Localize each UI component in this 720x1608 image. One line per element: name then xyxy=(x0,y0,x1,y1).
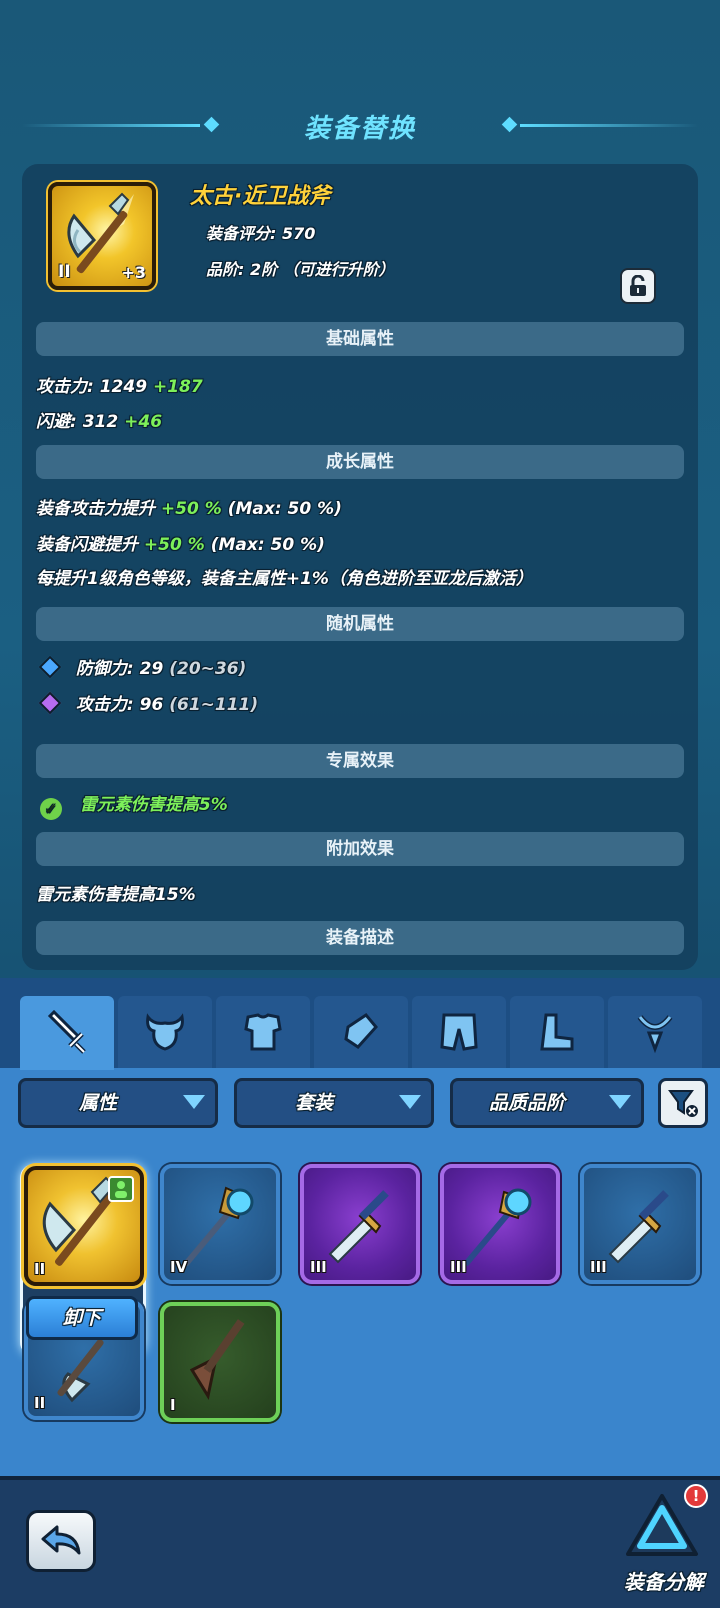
filter-attribute-dropdown[interactable]: 属性 xyxy=(18,1078,218,1128)
exclusive-effect-text: 雷元素伤害提高5% xyxy=(79,795,228,815)
section-extra-effect: 附加效果 xyxy=(36,832,684,866)
necklace-icon xyxy=(637,1015,673,1054)
section-description[interactable]: 装备描述 xyxy=(36,921,684,955)
back-button[interactable] xyxy=(26,1510,96,1572)
helmet-icon xyxy=(146,1013,184,1051)
unequip-button[interactable]: 卸下 xyxy=(26,1296,138,1340)
triangle-down-icon xyxy=(399,1095,421,1109)
section-random-stats: 随机属性 xyxy=(36,607,684,641)
spear-icon xyxy=(189,1319,245,1400)
inventory-slot-7[interactable]: I xyxy=(160,1302,280,1422)
triangle-down-icon xyxy=(609,1095,631,1109)
lock-button[interactable] xyxy=(620,268,656,304)
inventory-slot-5[interactable]: III xyxy=(580,1164,700,1284)
filter-label: 属性 xyxy=(78,1092,117,1114)
boots-icon xyxy=(540,1013,574,1051)
purple-gem-icon xyxy=(38,691,62,715)
filter-clear-icon xyxy=(668,1090,698,1117)
armor-icon xyxy=(244,1013,282,1051)
header: 装备替换 xyxy=(0,100,720,150)
tab-weapon[interactable] xyxy=(20,996,114,1070)
item-grade: 品阶: 2阶 （可进行升阶） xyxy=(206,260,395,279)
item-tier: II xyxy=(58,262,71,282)
equipped-user-icon xyxy=(108,1176,134,1202)
stat-label: 装备攻击力提升 xyxy=(36,499,155,519)
section-base-stats: 基础属性 xyxy=(36,322,684,356)
exclusive-effect: ✓ 雷元素伤害提高5% xyxy=(40,790,228,820)
pants-icon xyxy=(440,1013,478,1051)
section-growth-stats: 成长属性 xyxy=(36,445,684,479)
stat-bonus: +187 xyxy=(152,377,203,397)
stat-range: (61~111) xyxy=(169,695,259,715)
item-icon-axe: II +3 xyxy=(48,182,156,290)
item-name: 太古·近卫战斧 xyxy=(190,184,331,209)
random-stat-attack: 攻击力: 96 (61~111) xyxy=(38,690,259,715)
extra-effect: 雷元素伤害提高15% xyxy=(36,885,196,905)
inventory-slot-2[interactable]: IV xyxy=(160,1164,280,1284)
inventory-slot-3[interactable]: III xyxy=(300,1164,420,1284)
item-tier: II xyxy=(34,1260,46,1278)
tab-accessory[interactable] xyxy=(608,996,702,1068)
filter-label: 套装 xyxy=(294,1092,333,1114)
bracer-icon xyxy=(344,1013,378,1049)
inventory-slot-4[interactable]: III xyxy=(440,1164,560,1284)
sword-icon xyxy=(47,1009,86,1054)
item-tier: III xyxy=(590,1258,607,1276)
stat-max: (Max: 50 %) xyxy=(210,535,325,555)
base-stat-dodge: 闪避: 312 +46 xyxy=(36,407,162,432)
footer-bar xyxy=(0,1476,720,1608)
item-detail-panel: II +3 太古·近卫战斧 装备评分: 570 品阶: 2阶 （可进行升阶） 基… xyxy=(22,164,698,970)
stat-label: 攻击力: 1249 xyxy=(36,377,148,397)
header-line-right xyxy=(520,124,698,127)
notification-badge: ! xyxy=(684,1484,708,1508)
growth-stat-level: 每提升1级角色等级，装备主属性+1%（角色进阶至亚龙后激活） xyxy=(36,569,533,589)
salvage-label: 装备分解 xyxy=(624,1570,704,1594)
check-icon: ✓ xyxy=(40,798,62,820)
tab-boots[interactable] xyxy=(510,996,604,1068)
item-score: 装备评分: 570 xyxy=(206,224,316,243)
back-arrow-icon xyxy=(41,1525,81,1555)
item-enhance-level: +3 xyxy=(121,263,146,282)
stat-max: (Max: 50 %) xyxy=(227,499,342,519)
tab-bracer[interactable] xyxy=(314,996,408,1068)
tab-pants[interactable] xyxy=(412,996,506,1068)
stat-bonus: +50 % xyxy=(143,535,205,555)
item-tier: III xyxy=(450,1258,467,1276)
filter-label: 品质品阶 xyxy=(488,1092,565,1114)
item-tier: III xyxy=(310,1258,327,1276)
tab-helmet[interactable] xyxy=(118,996,212,1068)
blue-gem-icon xyxy=(38,655,62,679)
stat-label: 攻击力: 96 xyxy=(75,695,164,715)
item-tier: I xyxy=(170,1396,176,1414)
item-tier: IV xyxy=(170,1258,188,1276)
unlock-icon xyxy=(630,275,646,296)
inventory-slot-equipped[interactable]: II xyxy=(24,1166,144,1286)
tab-armor[interactable] xyxy=(216,996,310,1068)
growth-stat-attack: 装备攻击力提升 +50 % (Max: 50 %) xyxy=(36,494,342,519)
stat-label: 防御力: 29 xyxy=(75,659,164,679)
section-exclusive-effect: 专属效果 xyxy=(36,744,684,778)
triangle-down-icon xyxy=(183,1095,205,1109)
random-stat-defense: 防御力: 29 (20~36) xyxy=(38,654,247,679)
item-tier: II xyxy=(34,1394,46,1412)
filter-quality-dropdown[interactable]: 品质品阶 xyxy=(450,1078,644,1128)
growth-stat-dodge: 装备闪避提升 +50 % (Max: 50 %) xyxy=(36,530,325,555)
filter-set-dropdown[interactable]: 套装 xyxy=(234,1078,434,1128)
stat-bonus: +50 % xyxy=(160,499,222,519)
stat-range: (20~36) xyxy=(169,659,247,679)
stat-label: 装备闪避提升 xyxy=(36,535,138,555)
stat-label: 闪避: 312 xyxy=(36,412,119,432)
stat-bonus: +46 xyxy=(124,412,163,432)
base-stat-attack: 攻击力: 1249 +187 xyxy=(36,372,203,397)
clear-filter-button[interactable] xyxy=(658,1078,708,1128)
